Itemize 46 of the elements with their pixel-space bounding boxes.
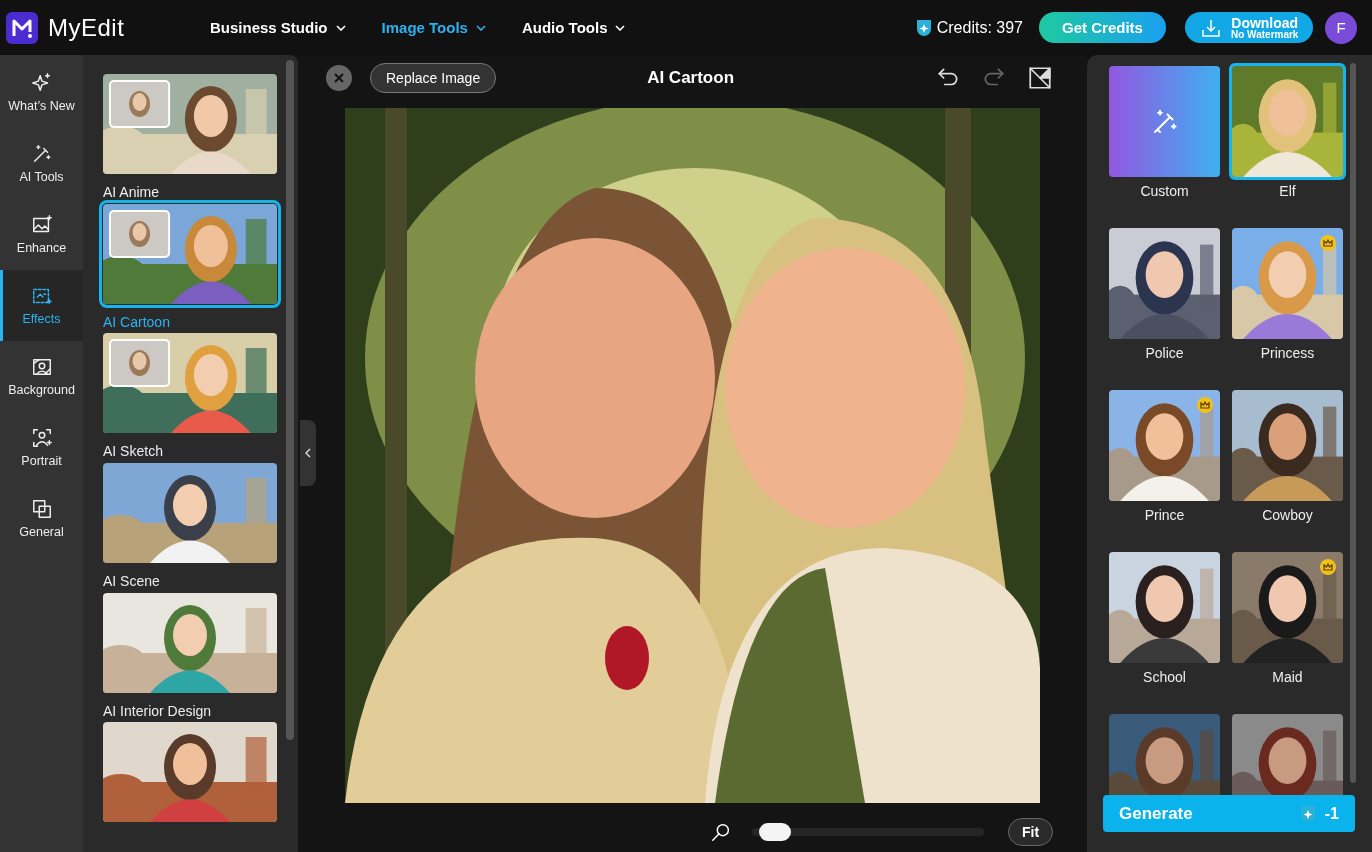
- style-option[interactable]: Cowboy: [1232, 390, 1343, 552]
- style-option[interactable]: Princess: [1232, 228, 1343, 390]
- credits-icon: [914, 17, 933, 38]
- effect-card[interactable]: AI Sketch: [103, 333, 277, 463]
- style-option[interactable]: Prince: [1109, 390, 1220, 552]
- nav-menu-item[interactable]: Audio Tools: [521, 19, 626, 36]
- style-option[interactable]: School: [1109, 552, 1220, 714]
- overlap-squares-icon: [30, 498, 53, 520]
- effect-card[interactable]: AI Cartoon: [103, 203, 277, 334]
- scrollbar[interactable]: [286, 60, 294, 740]
- sidebar-item[interactable]: Portrait: [0, 412, 83, 483]
- portrait-icon: [30, 427, 53, 449]
- credits-count: Credits: 397: [936, 18, 1023, 37]
- chevron-left-icon: [305, 448, 311, 458]
- style-option[interactable]: Maid: [1232, 552, 1343, 714]
- brand-name: MyEdit: [48, 13, 125, 42]
- close-icon: [334, 72, 344, 83]
- chevron-down-icon: [475, 24, 486, 31]
- scrollbar[interactable]: [1350, 63, 1356, 783]
- sidebar-item[interactable]: Effects: [0, 270, 83, 341]
- compare-icon: [1027, 64, 1053, 91]
- logo-icon: [6, 11, 38, 44]
- collapse-panel-button[interactable]: [300, 420, 316, 486]
- sparkle-icon: [30, 72, 53, 94]
- fit-button[interactable]: Fit: [1008, 817, 1054, 846]
- effect-card[interactable]: AI Interior Design: [103, 592, 277, 723]
- background-icon: [30, 356, 53, 378]
- editor-title: AI Cartoon: [646, 67, 736, 88]
- nav-menu-item[interactable]: Business Studio: [210, 19, 346, 36]
- chevron-down-icon: [615, 24, 626, 31]
- credit-icon: [1298, 803, 1317, 824]
- user-avatar[interactable]: F: [1325, 11, 1357, 44]
- replace-image-button[interactable]: Replace Image: [370, 62, 497, 93]
- close-button[interactable]: [326, 64, 352, 91]
- chevron-down-icon: [335, 24, 346, 31]
- effect-card[interactable]: AI Anime: [103, 74, 277, 204]
- effect-card[interactable]: AI Scene: [103, 463, 277, 593]
- sidebar-item[interactable]: AI Tools: [0, 128, 83, 199]
- sidebar-item[interactable]: Background: [0, 341, 83, 412]
- nav-menu-item[interactable]: Image Tools: [381, 19, 486, 36]
- download-icon: [1201, 17, 1221, 38]
- sidebar-item[interactable]: Enhance: [0, 199, 83, 270]
- sidebar-item[interactable]: What’s New: [0, 57, 83, 128]
- style-option[interactable]: Police: [1109, 228, 1220, 390]
- sidebar-item[interactable]: General: [0, 483, 83, 554]
- slider-handle[interactable]: [759, 822, 792, 841]
